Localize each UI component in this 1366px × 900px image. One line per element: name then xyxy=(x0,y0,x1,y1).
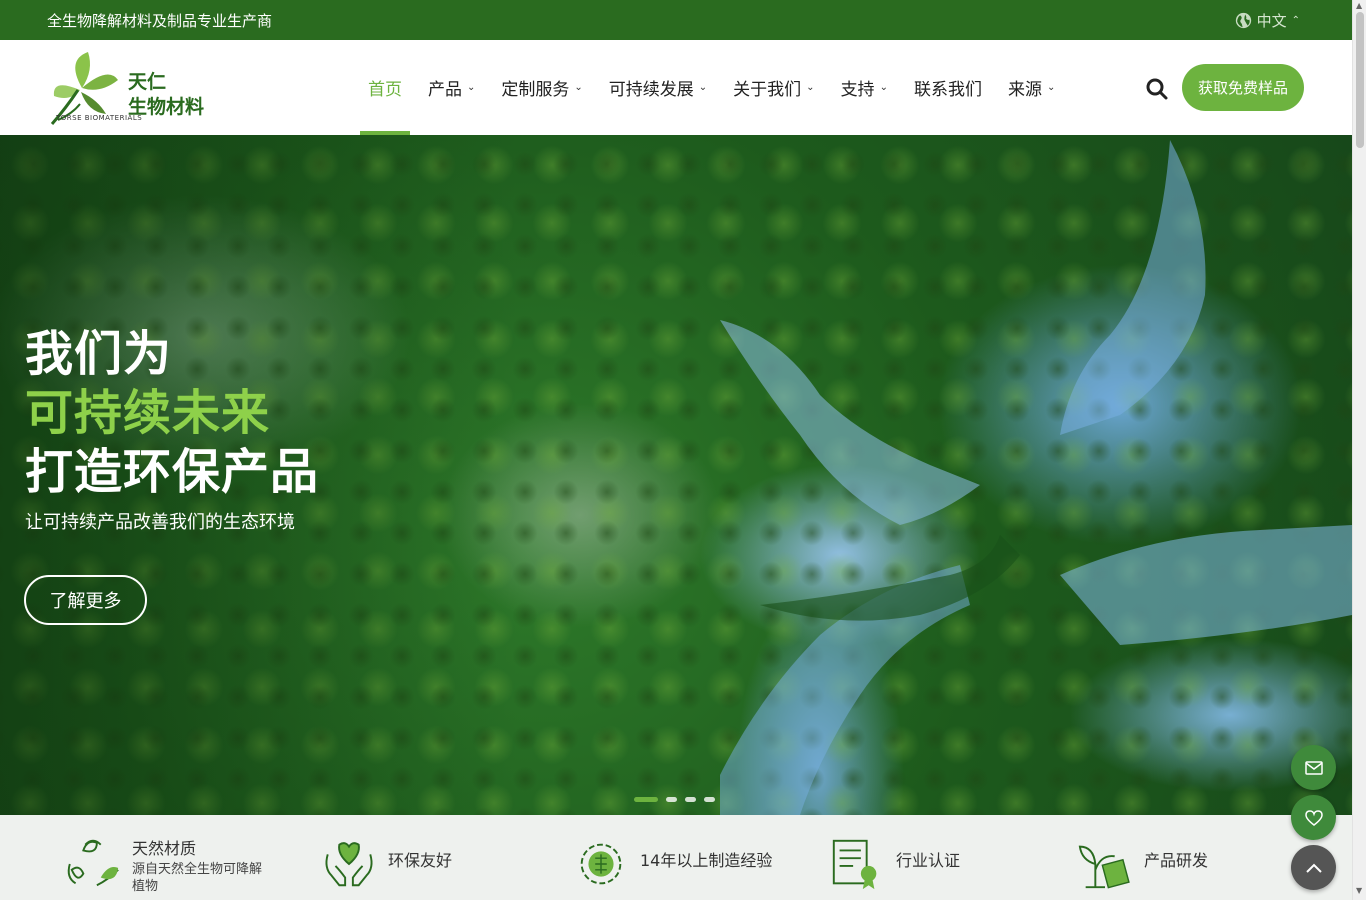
favorite-float-button[interactable] xyxy=(1291,795,1336,840)
back-to-top-button[interactable] xyxy=(1291,845,1336,890)
globe-icon xyxy=(1235,12,1251,29)
language-switcher[interactable]: 中文 ⌃ xyxy=(1235,10,1300,31)
features-strip: 天然材质 源自天然全生物可降解植物 环保友好 14年以上制造经验 行业认证 产品… xyxy=(0,815,1352,900)
chevron-up-icon: ⌃ xyxy=(1291,15,1300,26)
logo-name: 天仁 生物材料 xyxy=(128,71,205,118)
chevron-up-icon xyxy=(1305,863,1322,873)
feature-desc: 源自天然全生物可降解植物 xyxy=(132,862,263,894)
tagline: 全生物降解材料及制品专业生产商 xyxy=(47,12,273,30)
plant-document-icon xyxy=(1078,845,1130,889)
hero-text: 我们为 可持续未来 打造环保产品 让可持续产品改善我们的生态环境 xyxy=(25,325,319,534)
email-float-button[interactable] xyxy=(1291,745,1336,790)
learn-more-button[interactable]: 了解更多 xyxy=(24,575,147,625)
gear-chip-icon xyxy=(580,843,622,885)
page-scrollbar[interactable]: ▲ ▼ xyxy=(1352,0,1366,900)
main-nav: 首页 产品 ⌄ 定制服务 ⌄ 可持续发展 ⌄ 关于我们 ⌄ 支持 ⌄ 联系我们 来源 ⌄ xyxy=(360,40,1073,135)
site-header: 天仁 生物材料 TORSE BIOMATERIALS 首页 产品 ⌄ 定制服务 ⌄ … xyxy=(0,40,1352,135)
search-icon xyxy=(1146,78,1168,100)
logo[interactable]: 天仁 生物材料 TORSE BIOMATERIALS xyxy=(48,48,218,128)
feature-title: 环保友好 xyxy=(388,851,453,870)
top-bar: 全生物降解材料及制品专业生产商 中文 ⌃ xyxy=(0,0,1352,40)
nav-sources[interactable]: 来源 ⌄ xyxy=(1000,40,1063,135)
nav-products[interactable]: 产品 ⌄ xyxy=(420,40,483,135)
feature-title: 天然材质 xyxy=(132,839,197,858)
certificate-icon xyxy=(832,839,877,890)
feature-research-development: 产品研发 xyxy=(1076,835,1208,893)
hero-line-1: 我们为 xyxy=(25,326,173,382)
hero-banner: 我们为 可持续未来 打造环保产品 让可持续产品改善我们的生态环境 了解更多 xyxy=(0,135,1352,815)
chevron-down-icon: ⌄ xyxy=(698,82,708,93)
get-free-sample-button[interactable]: 获取免费样品 xyxy=(1182,64,1304,111)
nav-sustainability[interactable]: 可持续发展 ⌄ xyxy=(601,40,715,135)
hands-heart-icon xyxy=(325,842,373,887)
feature-certification: 行业认证 xyxy=(828,835,960,893)
logo-subtext: TORSE BIOMATERIALS xyxy=(56,114,143,122)
mail-icon xyxy=(1304,760,1323,775)
feature-eco-friendly: 环保友好 xyxy=(320,835,452,893)
feature-title: 产品研发 xyxy=(1144,851,1209,870)
leaf-cycle-icon xyxy=(67,839,119,887)
feature-title: 14年以上制造经验 xyxy=(640,851,773,870)
nav-home[interactable]: 首页 xyxy=(360,40,410,135)
chevron-down-icon: ⌄ xyxy=(574,82,583,93)
chevron-down-icon: ⌄ xyxy=(1046,82,1056,93)
search-button[interactable] xyxy=(1145,77,1169,101)
nav-about[interactable]: 关于我们 ⌄ xyxy=(725,40,822,135)
nav-support[interactable]: 支持 ⌄ xyxy=(833,40,896,135)
scroll-up-arrow-icon[interactable]: ▲ xyxy=(1356,1,1362,10)
chevron-down-icon: ⌄ xyxy=(467,82,476,93)
slider-dot[interactable] xyxy=(704,797,715,802)
feature-natural-material: 天然材质 源自天然全生物可降解植物 xyxy=(64,835,262,895)
slider-dot[interactable] xyxy=(666,797,677,802)
feature-title: 行业认证 xyxy=(896,851,961,870)
slider-dot[interactable] xyxy=(634,797,658,802)
slider-dot[interactable] xyxy=(685,797,696,802)
chevron-down-icon: ⌄ xyxy=(879,82,888,93)
scrollbar-thumb[interactable] xyxy=(1356,12,1364,148)
hero-subtitle: 让可持续产品改善我们的生态环境 xyxy=(25,512,295,533)
chevron-down-icon: ⌄ xyxy=(806,82,815,93)
nav-custom-service[interactable]: 定制服务 ⌄ xyxy=(493,40,590,135)
feature-manufacturing-experience: 14年以上制造经验 xyxy=(572,835,772,893)
hero-line-3: 打造环保产品 xyxy=(25,444,320,500)
language-label: 中文 xyxy=(1256,12,1287,30)
slider-dots xyxy=(634,797,715,802)
heart-icon xyxy=(1304,809,1323,826)
scroll-down-arrow-icon[interactable]: ▼ xyxy=(1356,886,1362,895)
nav-contact[interactable]: 联系我们 xyxy=(906,40,990,135)
hero-line-2: 可持续未来 xyxy=(25,385,271,441)
